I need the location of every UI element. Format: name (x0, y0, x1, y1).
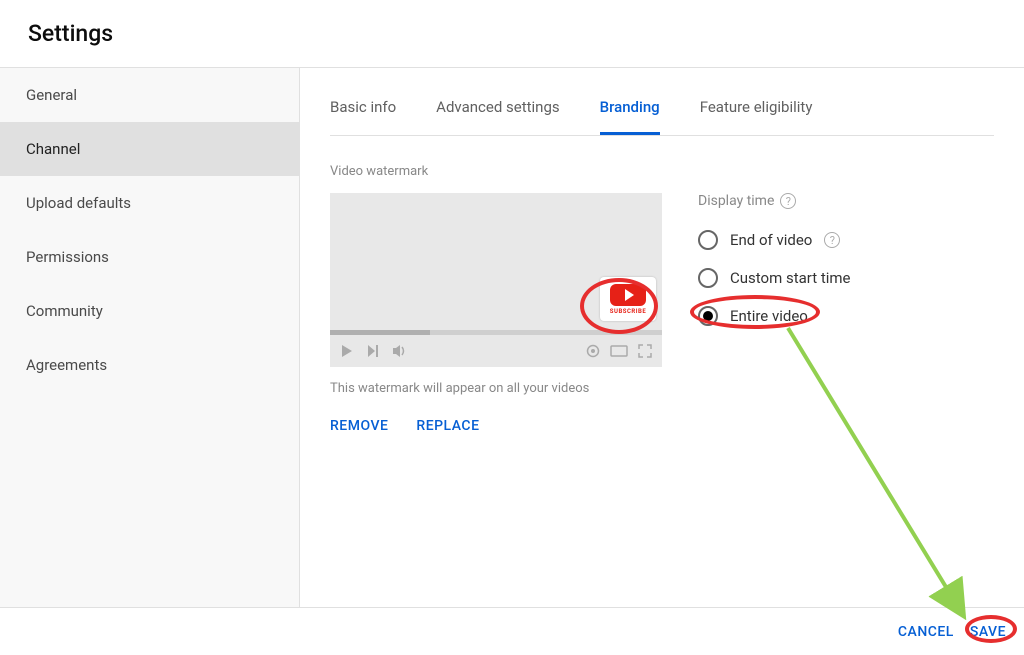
preview-controls (330, 335, 662, 367)
display-time-title: Display time ? (698, 193, 851, 209)
sidebar-item-agreements[interactable]: Agreements (0, 338, 299, 392)
sidebar-item-community[interactable]: Community (0, 284, 299, 338)
page-title: Settings (28, 20, 996, 47)
tab-feature-eligibility[interactable]: Feature eligibility (700, 78, 813, 135)
replace-button[interactable]: REPLACE (416, 418, 479, 434)
radio-end-of-video[interactable]: End of video ? (698, 221, 851, 259)
sidebar-item-channel[interactable]: Channel (0, 122, 299, 176)
settings-main: Basic info Advanced settings Branding Fe… (300, 68, 1024, 611)
radio-circle (698, 230, 718, 250)
radio-label: Entire video (730, 307, 808, 325)
tabs-row: Basic info Advanced settings Branding Fe… (330, 68, 994, 136)
display-time-title-text: Display time (698, 193, 774, 209)
watermark-actions: REMOVE REPLACE (330, 418, 662, 434)
watermark-caption: This watermark will appear on all your v… (330, 381, 662, 396)
radio-entire-video[interactable]: Entire video (698, 297, 851, 335)
radio-custom-start-time[interactable]: Custom start time (698, 259, 851, 297)
youtube-play-icon (610, 284, 646, 306)
sidebar-item-general[interactable]: General (0, 68, 299, 122)
display-time-group: Display time ? End of video ? Custom sta… (698, 193, 851, 434)
next-icon[interactable] (366, 344, 380, 358)
help-icon[interactable]: ? (780, 193, 796, 209)
radio-circle (698, 306, 718, 326)
watermark-badge: SUBSCRIBE (600, 277, 656, 321)
settings-header: Settings (0, 0, 1024, 68)
watermark-label: Video watermark (330, 164, 994, 179)
save-button[interactable]: SAVE (970, 624, 1006, 640)
tab-advanced-settings[interactable]: Advanced settings (436, 78, 559, 135)
preview-column: SUBSCRIBE (330, 193, 662, 434)
theater-icon[interactable] (610, 345, 628, 357)
play-icon[interactable] (340, 344, 354, 358)
subscribe-text: SUBSCRIBE (610, 308, 646, 315)
settings-sidebar: General Channel Upload defaults Permissi… (0, 68, 300, 611)
radio-circle (698, 268, 718, 288)
dialog-footer: CANCEL SAVE (0, 607, 1024, 655)
help-icon[interactable]: ? (824, 232, 840, 248)
video-preview: SUBSCRIBE (330, 193, 662, 367)
sidebar-item-upload-defaults[interactable]: Upload defaults (0, 176, 299, 230)
watermark-row: SUBSCRIBE (330, 193, 994, 434)
settings-body: General Channel Upload defaults Permissi… (0, 68, 1024, 611)
cancel-button[interactable]: CANCEL (898, 624, 954, 640)
watermark-section: Video watermark SUBSCRIBE (330, 136, 994, 434)
sidebar-item-permissions[interactable]: Permissions (0, 230, 299, 284)
gear-icon[interactable] (586, 344, 600, 358)
tab-branding[interactable]: Branding (600, 78, 660, 135)
radio-label: Custom start time (730, 269, 851, 287)
remove-button[interactable]: REMOVE (330, 418, 388, 434)
tab-basic-info[interactable]: Basic info (330, 78, 396, 135)
volume-icon[interactable] (392, 344, 408, 358)
radio-label: End of video (730, 231, 812, 249)
fullscreen-icon[interactable] (638, 344, 652, 358)
